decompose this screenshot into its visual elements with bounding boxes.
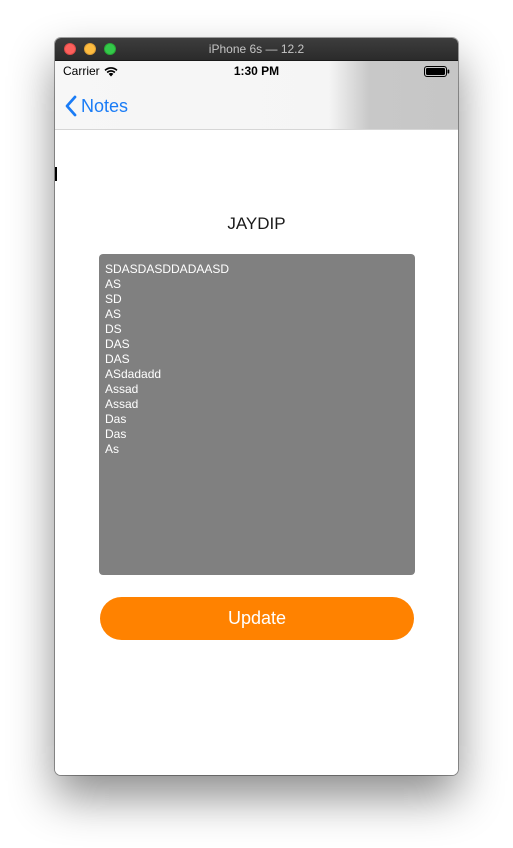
chevron-left-icon [65,95,77,117]
battery-full-icon [424,66,450,77]
status-time: 1:30 PM [233,64,280,78]
update-button[interactable]: Update [100,597,414,640]
window-title: iPhone 6s — 12.2 [208,42,305,56]
simulator-window: iPhone 6s — 12.2 Carrier 1:30 PM Notes J… [55,38,458,775]
status-bar: Carrier 1:30 PM [55,61,458,81]
note-line: As [105,442,120,456]
window-titlebar[interactable]: iPhone 6s — 12.2 [55,38,458,61]
note-line: DS [105,322,122,336]
note-title: JAYDIP [227,214,286,233]
note-line: Assad [105,397,139,411]
back-button-label: Notes [81,95,129,116]
note-line: DAS [105,352,130,366]
note-line: SDASDASDDADAASD [105,262,230,276]
note-body-textarea[interactable]: SDASDASDDADAASD AS SD AS DS DAS DAS ASda… [99,254,415,575]
note-line: Assad [105,382,139,396]
note-line: ASdadadd [105,367,162,381]
note-line: DAS [105,337,130,351]
note-line: Das [105,412,127,426]
update-button-label: Update [227,608,287,628]
note-line: Das [105,427,127,441]
device-screen: Carrier 1:30 PM Notes JAYDIP SDASDASDDAD… [55,61,458,775]
note-line: SD [105,292,122,306]
note-line: AS [105,277,122,291]
note-line: AS [105,307,122,321]
navigation-bar: Carrier 1:30 PM Notes [55,61,458,130]
back-button[interactable]: Notes [65,95,128,117]
edge-marker [55,167,57,181]
